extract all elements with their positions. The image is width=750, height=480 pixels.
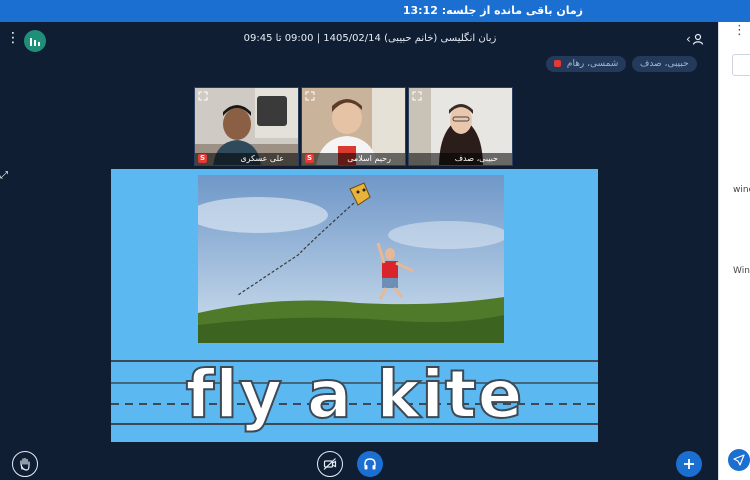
hand-icon [20,457,30,471]
time-remaining-banner: زمان باقی مانده از جلسه: 13:12 [0,0,750,22]
video-tile[interactable]: حبیبی، صدف [408,87,513,166]
presentation-slide: fly a kite [111,169,598,442]
more-vertical-icon[interactable]: ⋮ [6,31,20,45]
send-button[interactable] [728,449,750,471]
raise-hand-button[interactable] [12,451,38,477]
expand-icon[interactable] [305,91,315,101]
user-list-toggle[interactable]: ‹ [686,32,704,46]
video-tile[interactable]: رحیم اسلامی S [301,87,406,166]
handwriting-lines: fly a kite [111,355,598,442]
camera-toggle-button[interactable] [317,451,343,477]
kite-photo [198,175,504,343]
fullscreen-icon[interactable]: ⤢ [0,170,8,181]
user-icon [692,33,703,45]
side-panel: ⋮ wind Wind [718,22,750,480]
participant-chip-label: شمسی، رهام [566,59,619,69]
video-tile-name: علی عسکری [195,153,298,165]
main-area: ⋮ زبان انگلیسی (خانم حبیبی) 1405/02/14 |… [0,22,718,480]
expand-icon[interactable] [412,91,422,101]
audio-button[interactable] [357,451,383,477]
stats-button[interactable] [24,30,46,52]
mic-off-icon: S [305,154,314,163]
video-tile-name: حبیبی، صدف [409,153,512,165]
more-vertical-icon[interactable]: ⋮ [733,24,746,37]
slide-caption: fly a kite [185,355,524,434]
headphones-icon [364,458,376,470]
participant-chip[interactable]: شمسی، رهام [546,56,627,72]
panel-search-field[interactable] [732,54,750,76]
mic-off-icon: S [198,154,207,163]
chevron-left-icon: ‹ [686,32,691,46]
mic-off-icon [554,60,561,67]
session-title: زبان انگلیسی (خانم حبیبی) 1405/02/14 | 0… [243,33,497,44]
send-icon [733,454,745,466]
add-button[interactable] [676,451,702,477]
video-tile-name: رحیم اسلامی [302,153,405,165]
video-tile[interactable]: علی عسکری S [194,87,299,166]
panel-text: wind [733,185,750,195]
bar-chart-icon [30,38,40,46]
panel-text: Wind [733,266,750,276]
plus-icon [684,459,694,469]
expand-icon[interactable] [198,91,208,101]
camera-off-icon [323,458,337,470]
participant-chip[interactable]: حبیبی، صدف [632,56,697,72]
